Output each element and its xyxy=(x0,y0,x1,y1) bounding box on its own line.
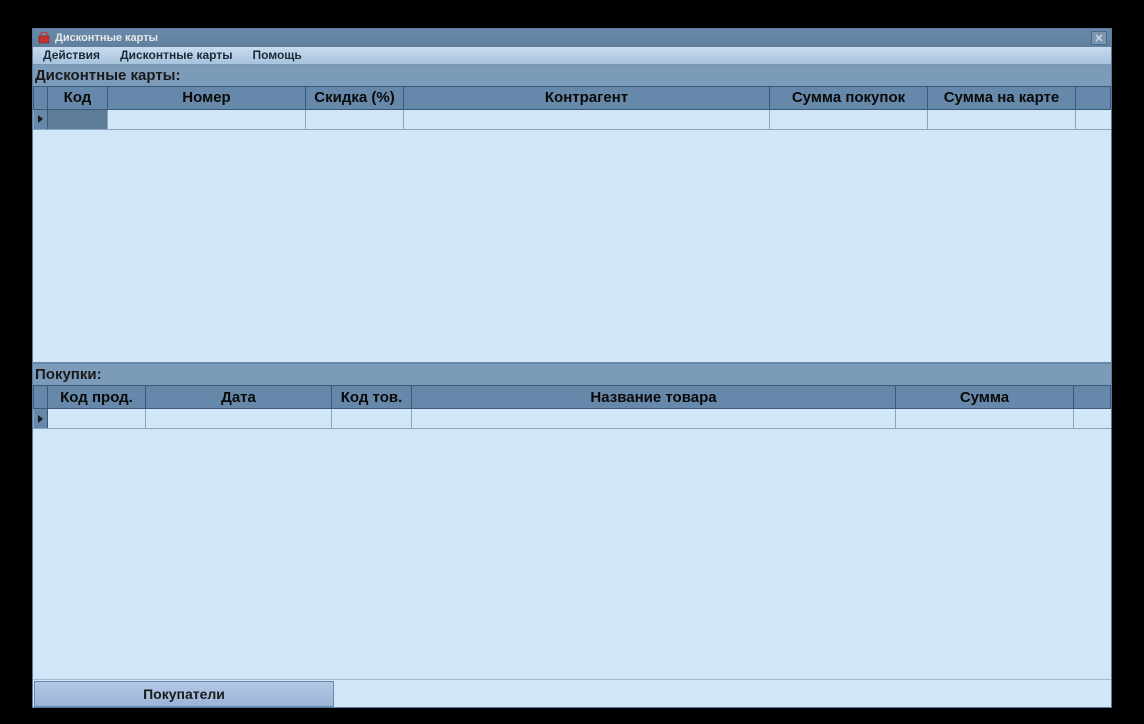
purchases-section: Покупки: Код прод. Дата Код тов. Названи… xyxy=(33,364,1111,679)
row-indicator xyxy=(34,409,48,428)
col-header-sale-code[interactable]: Код прод. xyxy=(48,386,146,408)
col-header-code[interactable]: Код xyxy=(48,87,108,109)
grid-indicator-header xyxy=(34,87,48,109)
purchases-label: Покупки: xyxy=(33,364,1111,385)
buyers-button[interactable]: Покупатели xyxy=(34,681,334,707)
row-indicator xyxy=(34,110,48,129)
cell-number[interactable] xyxy=(108,110,306,129)
app-icon xyxy=(37,31,51,45)
cell-discount[interactable] xyxy=(306,110,404,129)
menu-actions[interactable]: Действия xyxy=(33,47,110,63)
main-window: Дисконтные карты Действия Дисконтные кар… xyxy=(32,28,1112,708)
cell-amount[interactable] xyxy=(896,409,1074,428)
grid-header-row: Код прод. Дата Код тов. Название товара … xyxy=(33,385,1111,409)
current-row-arrow-icon xyxy=(38,115,43,123)
menu-discount-cards[interactable]: Дисконтные карты xyxy=(110,47,242,63)
grid-indicator-header xyxy=(34,386,48,408)
cell-item-name[interactable] xyxy=(412,409,896,428)
grid-body[interactable] xyxy=(33,110,1111,362)
col-header-item-name[interactable]: Название товара xyxy=(412,386,896,408)
col-header-contractor[interactable]: Контрагент xyxy=(404,87,770,109)
grid-body[interactable] xyxy=(33,409,1111,679)
footer: Покупатели xyxy=(33,679,1111,707)
menu-help[interactable]: Помощь xyxy=(242,47,311,63)
table-row[interactable] xyxy=(33,110,1111,130)
grid-header-row: Код Номер Скидка (%) Контрагент Сумма по… xyxy=(33,86,1111,110)
cell-card-total[interactable] xyxy=(928,110,1076,129)
col-header-purchase-total[interactable]: Сумма покупок xyxy=(770,87,928,109)
table-row[interactable] xyxy=(33,409,1111,429)
col-header-card-total[interactable]: Сумма на карте xyxy=(928,87,1076,109)
discount-cards-grid[interactable]: Код Номер Скидка (%) Контрагент Сумма по… xyxy=(33,86,1111,362)
purchases-grid[interactable]: Код прод. Дата Код тов. Название товара … xyxy=(33,385,1111,679)
titlebar: Дисконтные карты xyxy=(33,29,1111,47)
cell-code[interactable] xyxy=(48,110,108,129)
col-header-discount[interactable]: Скидка (%) xyxy=(306,87,404,109)
cell-item-code[interactable] xyxy=(332,409,412,428)
cell-sale-code[interactable] xyxy=(48,409,146,428)
cell-date[interactable] xyxy=(146,409,332,428)
col-header-item-code[interactable]: Код тов. xyxy=(332,386,412,408)
cell-contractor[interactable] xyxy=(404,110,770,129)
discount-cards-label: Дисконтные карты: xyxy=(33,65,1111,86)
close-icon xyxy=(1095,34,1103,42)
cell-purchase-total[interactable] xyxy=(770,110,928,129)
col-header-amount[interactable]: Сумма xyxy=(896,386,1074,408)
col-header-number[interactable]: Номер xyxy=(108,87,306,109)
menubar: Действия Дисконтные карты Помощь xyxy=(33,47,1111,65)
col-header-date[interactable]: Дата xyxy=(146,386,332,408)
close-button[interactable] xyxy=(1091,31,1107,45)
window-title: Дисконтные карты xyxy=(55,32,1091,44)
discount-cards-section: Дисконтные карты: Код Номер Скидка (%) К… xyxy=(33,65,1111,362)
current-row-arrow-icon xyxy=(38,415,43,423)
